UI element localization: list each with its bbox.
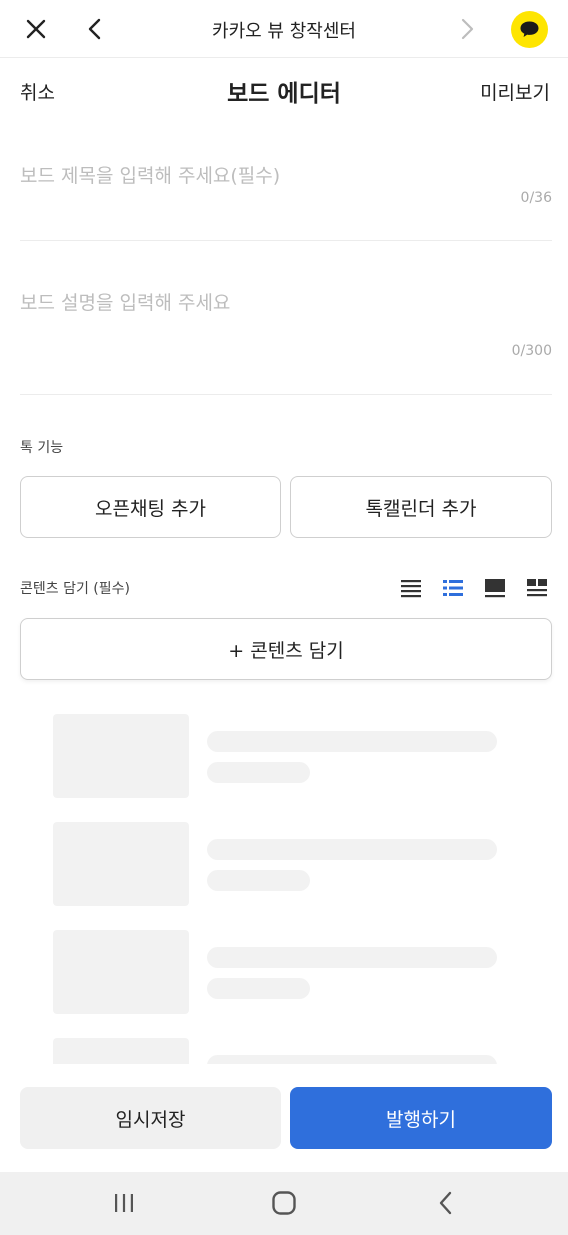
skeleton-line — [207, 870, 310, 891]
board-description-counter: 0/300 — [511, 343, 552, 359]
board-description-input[interactable]: 보드 설명을 입력해 주세요 0/300 — [20, 241, 552, 395]
skeleton-thumbnail — [53, 822, 189, 906]
publish-button[interactable]: 발행하기 — [290, 1087, 552, 1149]
add-open-chat-button[interactable]: 오픈채팅 추가 — [20, 476, 281, 538]
add-content-button[interactable]: + 콘텐츠 담기 — [20, 618, 552, 680]
board-title-input[interactable]: 보드 제목을 입력해 주세요(필수) 0/36 — [20, 140, 552, 241]
skeleton-line — [207, 1055, 497, 1064]
skeleton-line — [207, 731, 497, 752]
talk-features-label: 톡 기능 — [20, 440, 64, 456]
kakaotalk-icon[interactable] — [511, 11, 548, 48]
skeleton-thumbnail — [53, 714, 189, 798]
board-title-counter: 0/36 — [520, 190, 552, 206]
skeleton-line — [207, 978, 310, 999]
skeleton-item — [53, 714, 513, 798]
skeleton-line — [207, 762, 310, 783]
top-app-bar: 카카오 뷰 창작센터 — [0, 0, 568, 58]
editor-header: 취소 보드 에디터 미리보기 — [0, 58, 568, 122]
forward-chevron-icon[interactable] — [450, 11, 486, 47]
add-talk-calendar-button[interactable]: 톡캘린더 추가 — [290, 476, 552, 538]
skeleton-item — [53, 930, 513, 1014]
view-mode-toggle — [400, 577, 548, 599]
save-draft-button[interactable]: 임시저장 — [20, 1087, 281, 1149]
content-skeleton-list — [0, 700, 568, 1064]
list-compact-icon[interactable] — [400, 577, 422, 599]
system-nav-bar — [0, 1172, 568, 1235]
board-description-placeholder: 보드 설명을 입력해 주세요 — [20, 292, 231, 314]
grid-icon[interactable] — [526, 577, 548, 599]
recent-apps-icon[interactable] — [109, 1188, 139, 1218]
card-large-icon[interactable] — [484, 577, 506, 599]
skeleton-line — [207, 947, 497, 968]
skeleton-thumbnail — [53, 1038, 189, 1064]
list-thumbnail-icon[interactable] — [442, 577, 464, 599]
contents-label: 콘텐츠 담기 (필수) — [20, 581, 130, 597]
skeleton-thumbnail — [53, 930, 189, 1014]
skeleton-item — [53, 822, 513, 906]
skeleton-item — [53, 1038, 513, 1064]
preview-button[interactable]: 미리보기 — [480, 78, 550, 105]
board-title-placeholder: 보드 제목을 입력해 주세요(필수) — [20, 165, 281, 187]
skeleton-line — [207, 839, 497, 860]
home-icon[interactable] — [269, 1188, 299, 1218]
back-icon[interactable] — [431, 1188, 461, 1218]
